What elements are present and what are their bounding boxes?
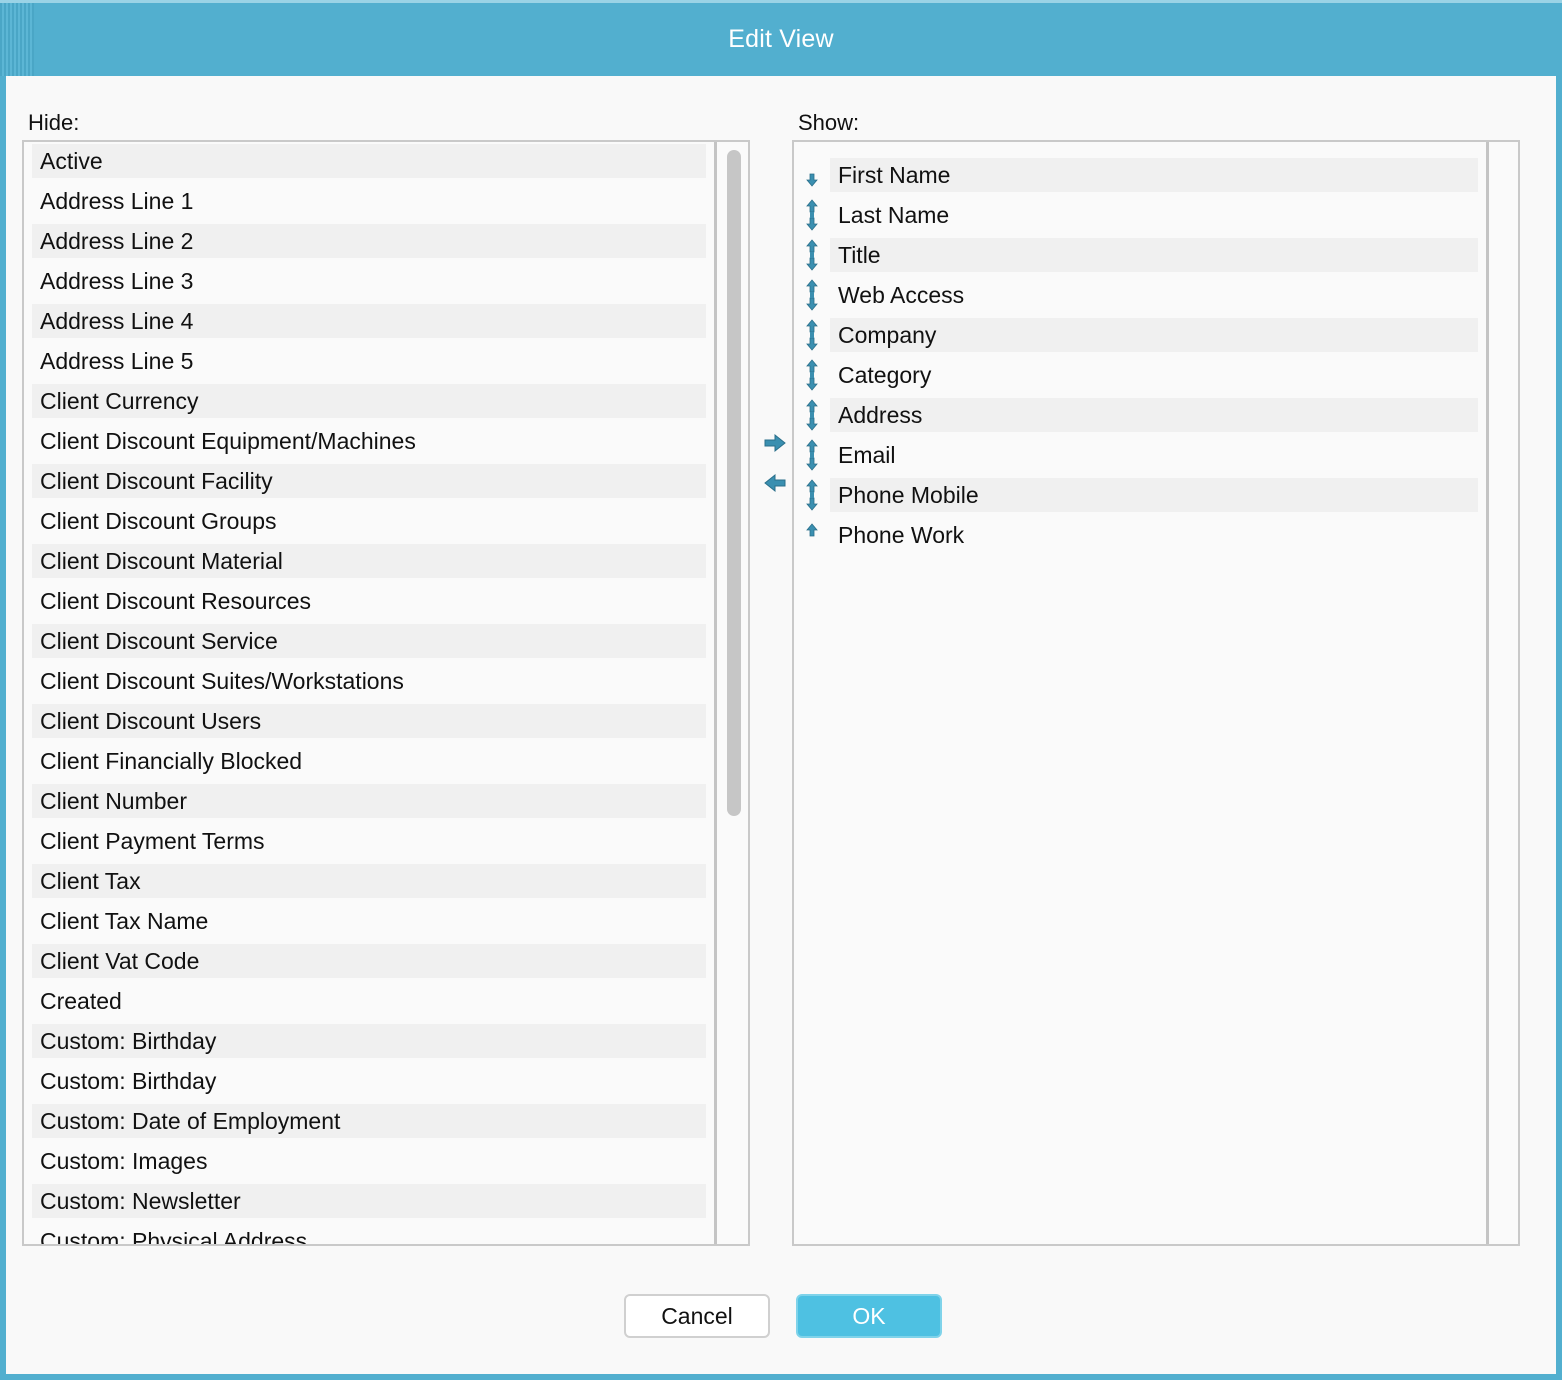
reorder-arrows-icon[interactable] xyxy=(798,438,826,472)
hide-list-item[interactable]: Client Discount Users xyxy=(32,704,706,738)
move-left-button[interactable] xyxy=(762,470,788,496)
hide-label: Hide: xyxy=(28,110,80,135)
hide-list-item[interactable]: Custom: Birthday xyxy=(32,1024,706,1058)
show-list-item-label: Address xyxy=(830,398,1478,432)
show-list-item[interactable]: Address xyxy=(798,398,1478,432)
hide-list-items: Active Address Line 1 Address Line 2 Addres… xyxy=(32,144,706,1244)
title-bar[interactable]: Edit View xyxy=(0,0,1562,76)
hide-list-item[interactable]: Client Financially Blocked xyxy=(32,744,706,778)
hide-list-item[interactable]: Client Discount Suites/Workstations xyxy=(32,664,706,698)
resize-grip[interactable] xyxy=(0,3,34,76)
show-list-item[interactable]: Title xyxy=(798,238,1478,272)
hide-list-item[interactable]: Custom: Birthday xyxy=(32,1064,706,1098)
reorder-arrows-icon[interactable] xyxy=(798,278,826,312)
arrow-left-icon xyxy=(764,473,786,493)
cancel-button[interactable]: Cancel xyxy=(624,1294,770,1338)
hide-list-item[interactable]: Client Tax Name xyxy=(32,904,706,938)
reorder-arrows-icon[interactable] xyxy=(798,518,826,552)
reorder-arrows-icon[interactable] xyxy=(798,158,826,192)
hide-list-item[interactable]: Custom: Images xyxy=(32,1144,706,1178)
hide-list-item[interactable]: Client Currency xyxy=(32,384,706,418)
scrollbar-thumb[interactable] xyxy=(727,150,741,816)
show-list-item-label: Category xyxy=(838,362,932,388)
reorder-arrows-icon[interactable] xyxy=(798,238,826,272)
hide-list-item[interactable]: Address Line 3 xyxy=(32,264,706,298)
show-list-item[interactable]: Email xyxy=(798,438,1478,472)
hide-list-item[interactable]: Created xyxy=(32,984,706,1018)
show-list-item-label: Title xyxy=(830,238,1478,272)
show-list-item-label: Email xyxy=(838,442,896,468)
hide-list[interactable]: Active Address Line 1 Address Line 2 Addres… xyxy=(22,140,750,1246)
show-list-item-label: Web Access xyxy=(838,282,965,308)
show-list-item-label: Last Name xyxy=(838,202,950,228)
hide-list-item[interactable]: Client Discount Facility xyxy=(32,464,706,498)
edit-view-dialog: Edit View Hide: Show: Active Address Line… xyxy=(0,0,1562,1380)
show-list-item[interactable]: Company xyxy=(798,318,1478,352)
hide-list-item[interactable]: Custom: Date of Employment xyxy=(32,1104,706,1138)
hide-list-item[interactable]: Client Discount Resources xyxy=(32,584,706,618)
show-list[interactable]: First Name Last Name Title Web Access Compan… xyxy=(792,140,1520,1246)
reorder-arrows-icon[interactable] xyxy=(798,198,826,232)
hide-list-item[interactable]: Custom: Physical Address xyxy=(32,1224,706,1244)
hide-list-item[interactable]: Custom: Newsletter xyxy=(32,1184,706,1218)
dialog-title: Edit View xyxy=(728,25,834,53)
show-label: Show: xyxy=(798,110,860,135)
show-list-item[interactable]: Last Name xyxy=(798,198,1478,232)
reorder-arrows-icon[interactable] xyxy=(798,478,826,512)
hide-list-item[interactable]: Address Line 1 xyxy=(32,184,706,218)
show-list-side-panel xyxy=(1486,142,1518,1244)
show-list-item[interactable]: Phone Work xyxy=(798,518,1478,552)
show-list-item[interactable]: Web Access xyxy=(798,278,1478,312)
hide-list-item[interactable]: Active xyxy=(32,144,706,178)
show-list-item[interactable]: Category xyxy=(798,358,1478,392)
show-list-item-label: First Name xyxy=(830,158,1478,192)
reorder-arrows-icon[interactable] xyxy=(798,358,826,392)
hide-list-item[interactable]: Client Discount Groups xyxy=(32,504,706,538)
hide-list-item[interactable]: Address Line 2 xyxy=(32,224,706,258)
hide-list-item[interactable]: Client Discount Material xyxy=(32,544,706,578)
hide-list-item[interactable]: Address Line 5 xyxy=(32,344,706,378)
hide-list-item[interactable]: Client Discount Service xyxy=(32,624,706,658)
ok-button[interactable]: OK xyxy=(796,1294,942,1338)
hide-list-item[interactable]: Client Payment Terms xyxy=(32,824,706,858)
hide-list-item[interactable]: Client Vat Code xyxy=(32,944,706,978)
reorder-arrows-icon[interactable] xyxy=(798,318,826,352)
show-list-item-label: Phone Mobile xyxy=(830,478,1478,512)
show-list-item[interactable]: Phone Mobile xyxy=(798,478,1478,512)
hide-list-item[interactable]: Client Tax xyxy=(32,864,706,898)
show-list-items: First Name Last Name Title Web Access Compan… xyxy=(798,158,1478,558)
hide-list-scrollbar[interactable] xyxy=(714,142,748,1244)
hide-list-item[interactable]: Client Discount Equipment/Machines xyxy=(32,424,706,458)
show-list-item-label: Phone Work xyxy=(838,522,965,548)
hide-list-item[interactable]: Client Number xyxy=(32,784,706,818)
arrow-right-icon xyxy=(764,433,786,453)
show-list-item-label: Company xyxy=(830,318,1478,352)
move-right-button[interactable] xyxy=(762,430,788,456)
hide-list-item[interactable]: Address Line 4 xyxy=(32,304,706,338)
show-list-item[interactable]: First Name xyxy=(798,158,1478,192)
reorder-arrows-icon[interactable] xyxy=(798,398,826,432)
